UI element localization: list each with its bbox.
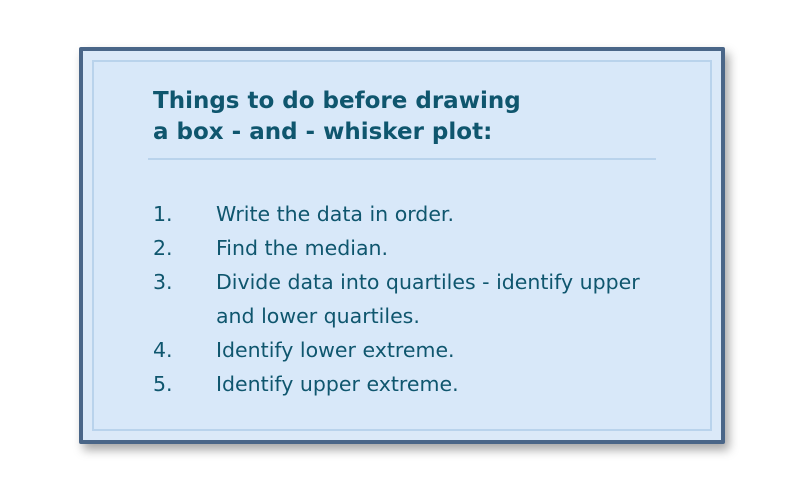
step-number: 2.	[153, 236, 173, 260]
list-item: 2. Find the median.	[153, 231, 676, 265]
step-number: 4.	[153, 338, 173, 362]
list-item: 1. Write the data in order.	[153, 197, 676, 231]
card-title: Things to do before drawing a box - and …	[153, 86, 521, 148]
instruction-card: Things to do before drawing a box - and …	[79, 47, 725, 444]
step-number: 3.	[153, 270, 173, 294]
step-text: Write the data in order.	[216, 202, 454, 226]
list-item: 3. Divide data into quartiles - identify…	[153, 265, 676, 333]
card-title-line-2: a box - and - whisker plot:	[153, 119, 493, 145]
steps-list: 1. Write the data in order. 2. Find the …	[153, 197, 676, 401]
list-item: 5. Identify upper extreme.	[153, 367, 676, 401]
title-divider	[148, 158, 656, 160]
list-item: 4. Identify lower extreme.	[153, 333, 676, 367]
step-number: 1.	[153, 202, 173, 226]
step-text: Find the median.	[216, 236, 389, 260]
step-number: 5.	[153, 372, 173, 396]
step-text: Divide data into quartiles - identify up…	[216, 270, 640, 328]
card-title-line-1: Things to do before drawing	[153, 88, 521, 114]
step-text: Identify lower extreme.	[216, 338, 455, 362]
step-text: Identify upper extreme.	[216, 372, 459, 396]
